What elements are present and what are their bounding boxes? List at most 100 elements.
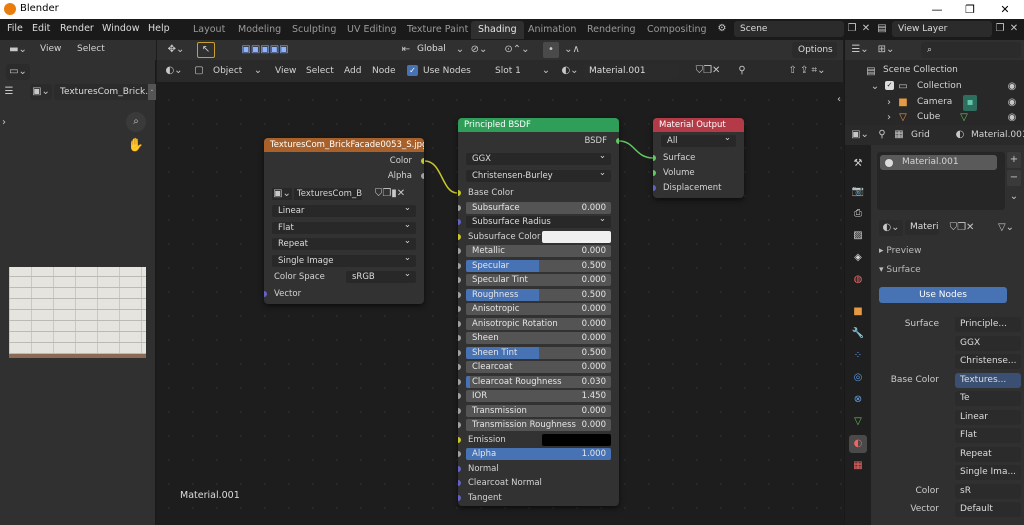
socket-metallic-in[interactable] (458, 248, 461, 254)
delete-layer-icon[interactable]: ✕ (1008, 21, 1020, 37)
sidebar-toggle-icon[interactable]: ‹ (835, 92, 843, 108)
tab-texture-paint[interactable]: Texture Paint (400, 21, 475, 39)
display-mode-icon[interactable]: ⊞⌄ (875, 42, 897, 58)
socket-normal-in[interactable] (458, 465, 461, 472)
physics-tab-icon[interactable]: ◎ (849, 369, 867, 387)
cube-expand-icon[interactable]: › (883, 110, 895, 126)
menu-render[interactable]: Render (60, 23, 94, 34)
hand-pan-icon[interactable]: ✋ (126, 136, 146, 156)
constraints-tab-icon[interactable]: ⊗ (849, 391, 867, 409)
tab-animation[interactable]: Animation (521, 21, 583, 39)
color-space-dropdown[interactable]: sRGB (346, 268, 416, 283)
socket-clearcoat-roughness-in[interactable] (458, 378, 461, 385)
link-type-icon[interactable]: ▽⌄ (993, 220, 1019, 236)
select-menu[interactable]: Select (77, 44, 105, 54)
prop-field-7[interactable]: Repeat (955, 446, 1021, 462)
slider-subsurface[interactable]: Subsurface 0.000 (466, 201, 611, 214)
tab-uv-editing[interactable]: UV Editing (340, 21, 404, 39)
socket-volume-in[interactable] (653, 170, 656, 176)
properties-type-icon[interactable]: ▣⌄ (849, 127, 871, 143)
modifier-tab-icon[interactable]: 🔧 (849, 325, 867, 343)
prop-field-10[interactable]: Default (955, 502, 1021, 517)
socket-alpha-in[interactable] (458, 451, 461, 457)
preview-panel-header[interactable]: ▸ Preview (879, 246, 921, 256)
outliner-type-icon[interactable]: ☰⌄ (849, 42, 871, 58)
outliner-cube[interactable]: Cube (917, 112, 940, 122)
add-slot-button[interactable]: + (1007, 152, 1021, 168)
particles-tab-icon[interactable]: ⁘ (849, 347, 867, 365)
interpolation-dropdown[interactable]: Linear (272, 202, 416, 217)
image-name-field[interactable]: TexturesCom_Brick... (54, 84, 148, 100)
output-tab-icon[interactable]: ⎙ (849, 205, 867, 223)
menu-file[interactable]: File (7, 23, 23, 34)
image-browse-icon[interactable]: ▣⌄ (272, 188, 292, 200)
slider-anisotropic[interactable]: Anisotropic 0.000 (466, 303, 611, 315)
surface-panel-header[interactable]: ▾ Surface (879, 265, 921, 275)
image-actions-icons[interactable]: ⛉❐▮✕ (364, 187, 416, 201)
material-browse-icon-2[interactable]: ◐⌄ (879, 220, 903, 236)
scene-tab-icon[interactable]: ◈ (849, 249, 867, 267)
socket-specular-in[interactable] (458, 262, 461, 269)
scene-icon[interactable]: ⚙ (712, 21, 732, 37)
slider-metallic[interactable]: Metallic 0.000 (466, 245, 611, 257)
view-layer-tab-icon[interactable]: ▨ (849, 227, 867, 245)
prop-field-2[interactable]: Christense... (955, 354, 1021, 369)
outliner-camera[interactable]: Camera (917, 97, 952, 107)
slider-anisotropic-rotation[interactable]: Anisotropic Rotation 0.000 (466, 317, 611, 330)
slot-specials-icon[interactable]: ⌄ (1007, 189, 1021, 205)
slider-clearcoat[interactable]: Clearcoat 0.000 (466, 361, 611, 373)
socket-anisotropic-rotation-in[interactable] (458, 320, 461, 327)
view-layer-field[interactable]: View Layer (892, 21, 992, 37)
tab-layout[interactable]: Layout (186, 21, 232, 39)
bsdf-node-title[interactable]: Principled BSDF (458, 118, 619, 132)
material-actions-icons-2[interactable]: ⛉❐✕ (941, 220, 983, 236)
slider-roughness[interactable]: Roughness 0.500 (466, 288, 611, 301)
menu-window[interactable]: Window (102, 23, 139, 34)
new-layer-icon[interactable]: ❐ (994, 21, 1006, 37)
side-toggle-icon[interactable]: › (0, 115, 8, 131)
prop-field-8[interactable]: Single Ima... (955, 465, 1021, 480)
socket-surface-in[interactable] (653, 155, 656, 161)
menu-help[interactable]: Help (148, 23, 170, 34)
outliner-scene-collection[interactable]: Scene Collection (883, 65, 958, 75)
node-editor[interactable]: ✥⌄ ↖ ▣▣▣▣▣ ⇤ Global ⌄ ⊘⌄ ⊙⌃⌄ • ⌄∧ Option… (157, 40, 843, 525)
color-swatch-subsurface-color[interactable] (542, 230, 611, 243)
collection-checkbox[interactable]: ✓ (885, 81, 894, 90)
tool-tab-icon[interactable]: ⚒ (849, 155, 867, 173)
image-browse-icon[interactable]: ▣⌄ (30, 84, 52, 100)
data-tab-icon[interactable]: ▽ (849, 413, 867, 431)
socket-tangent-in[interactable] (458, 494, 461, 501)
prop-field-1[interactable]: GGX (955, 335, 1021, 351)
socket-transmission-in[interactable] (458, 407, 461, 414)
socket-displacement-in[interactable] (653, 185, 656, 191)
slider-ior[interactable]: IOR 1.450 (466, 390, 611, 402)
slider-specular-tint[interactable]: Specular Tint 0.000 (466, 274, 611, 286)
view-menu[interactable]: View (40, 44, 61, 54)
prop-field-4[interactable]: Te (955, 391, 1021, 406)
use-nodes-button[interactable]: Use Nodes (879, 287, 1007, 303)
distribution-dropdown[interactable]: GGX (466, 150, 611, 165)
socket-transmission-roughness-in[interactable] (458, 422, 461, 428)
socket-base-color-in[interactable] (458, 190, 461, 196)
new-scene-icon[interactable]: ❐ (846, 21, 858, 37)
camera-visibility-icon[interactable]: ◉ (1005, 95, 1019, 111)
zoom-icon[interactable]: ⌕ (126, 112, 146, 132)
editor-type-icon[interactable]: ▬⌄ (6, 42, 30, 58)
remove-slot-button[interactable]: − (1007, 170, 1021, 186)
principled-bsdf-node[interactable]: Principled BSDF BSDF GGX Christensen-Bur… (458, 118, 619, 506)
socket-color-out[interactable] (421, 158, 424, 164)
world-tab-icon[interactable]: ◍ (849, 271, 867, 289)
socket-vector-in[interactable] (264, 291, 267, 297)
slider-sheen[interactable]: Sheen 0.000 (466, 332, 611, 344)
mode-icon[interactable]: ▭⌄ (6, 64, 30, 80)
socket-ior-in[interactable] (458, 393, 461, 399)
projection-dropdown[interactable]: Flat (272, 219, 416, 234)
slider-alpha[interactable]: Alpha 1.000 (466, 448, 611, 460)
tab-compositing[interactable]: Compositing (640, 21, 714, 39)
socket-emission-in[interactable] (458, 436, 461, 443)
prop-field-5[interactable]: Linear (955, 409, 1021, 425)
socket-specular-tint-in[interactable] (458, 277, 461, 283)
output-target-dropdown[interactable]: All (661, 132, 736, 147)
socket-sheen-tint-in[interactable] (458, 349, 461, 356)
texture-tab-icon[interactable]: ▦ (849, 457, 867, 475)
